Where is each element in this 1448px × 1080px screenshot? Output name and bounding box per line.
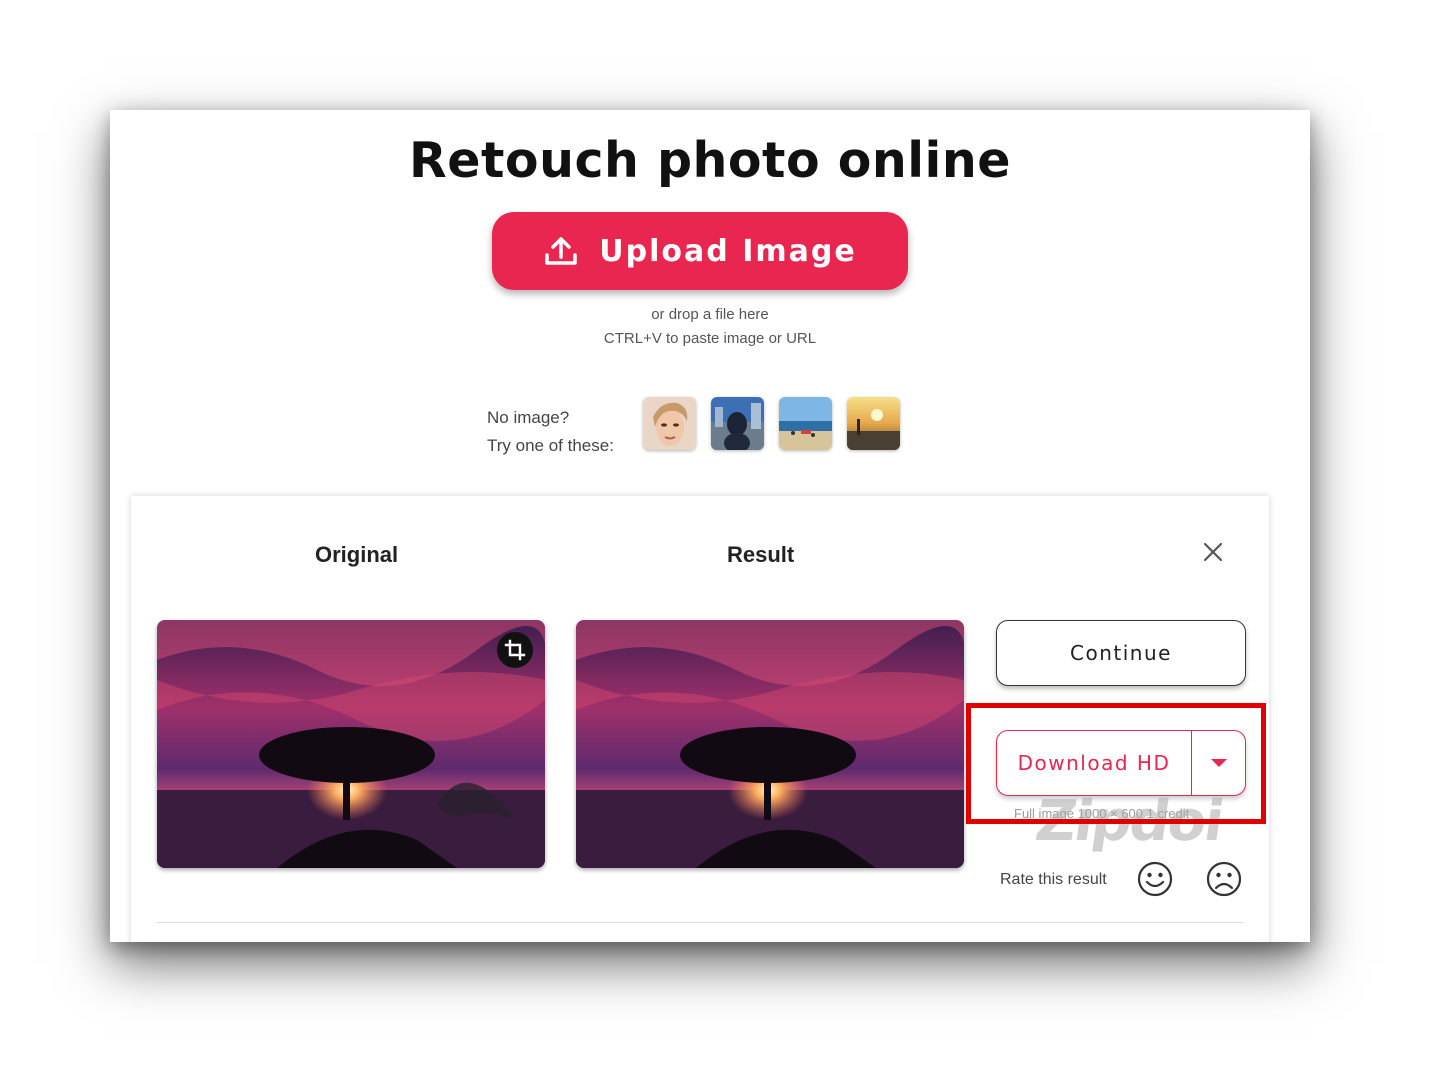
- result-image: [576, 620, 964, 868]
- sample-image-sunset[interactable]: [847, 397, 900, 450]
- app-window: Retouch photo online Upload Image or dro…: [110, 110, 1310, 942]
- result-panel: Original Result Continue Download HD Ful…: [131, 496, 1269, 942]
- chevron-down-icon: [1210, 759, 1227, 767]
- crop-button[interactable]: [497, 632, 533, 668]
- download-hd-group: Download HD: [996, 730, 1246, 796]
- original-heading: Original: [315, 542, 399, 567]
- sample-prompt: No image? Try one of these:: [487, 404, 614, 460]
- watermark-logo: Zipdoi: [1031, 789, 1227, 854]
- sample-image-portrait[interactable]: [643, 397, 696, 450]
- page-title: Retouch photo online: [409, 132, 1011, 189]
- sample-image-city[interactable]: [711, 397, 764, 450]
- original-image: [157, 620, 545, 868]
- sample-prompt-line2: Try one of these:: [487, 436, 614, 455]
- download-options-toggle[interactable]: [1192, 731, 1245, 795]
- upload-button-label: Upload Image: [599, 233, 857, 269]
- drop-hint: or drop a file here: [651, 306, 769, 323]
- upload-icon: [545, 237, 578, 265]
- continue-button[interactable]: Continue: [996, 620, 1246, 686]
- paste-hint: CTRL+V to paste image or URL: [603, 330, 817, 347]
- download-hd-button[interactable]: Download HD: [997, 731, 1192, 795]
- panel-divider: [157, 922, 1243, 923]
- rate-label: Rate this result: [1000, 871, 1107, 888]
- sample-prompt-line1: No image?: [487, 408, 570, 427]
- smiley-icon[interactable]: [1137, 861, 1173, 897]
- upload-image-button[interactable]: Upload Image: [492, 212, 908, 290]
- sample-image-beach[interactable]: [779, 397, 832, 450]
- frown-icon[interactable]: [1206, 861, 1242, 897]
- close-icon[interactable]: [1201, 540, 1225, 564]
- result-heading: Result: [727, 542, 795, 567]
- crop-icon: [504, 639, 526, 661]
